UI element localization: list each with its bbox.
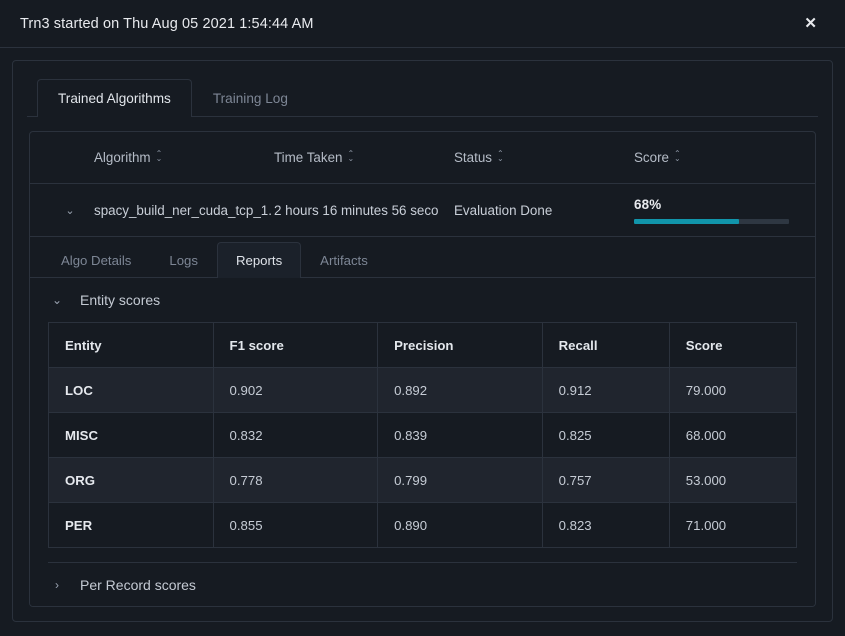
reports-section: ⌄ Entity scores Entity F1 score Precisio…	[30, 278, 815, 606]
modal-titlebar: Trn3 started on Thu Aug 05 2021 1:54:44 …	[0, 0, 845, 48]
cell-entity: ORG	[48, 457, 214, 503]
cell-precision: 0.892	[377, 367, 543, 413]
sort-updown-icon: ⌃ ⌄	[347, 149, 355, 163]
sort-time-taken[interactable]: Time Taken ⌃ ⌄	[274, 150, 354, 165]
accordion-per-record-scores[interactable]: › Per Record scores	[48, 562, 797, 606]
algorithm-detail-region: Algo Details Logs Reports Artifacts ⌄ En…	[30, 236, 815, 606]
tab-logs[interactable]: Logs	[150, 242, 217, 277]
table-row: LOC 0.902 0.892 0.912 79.000	[48, 367, 797, 413]
algorithm-row[interactable]: ⌄ spacy_build_ner_cuda_tcp_1. 2 hours 16…	[30, 184, 815, 236]
cell-f1: 0.832	[213, 412, 379, 458]
chevron-right-icon: ›	[55, 577, 59, 592]
detail-tabs: Algo Details Logs Reports Artifacts	[30, 237, 815, 278]
sort-score[interactable]: Score ⌃ ⌄	[634, 150, 681, 165]
col-recall: Recall	[542, 322, 670, 368]
tab-trained-algorithms[interactable]: Trained Algorithms	[37, 79, 192, 117]
cell-entity: LOC	[48, 367, 214, 413]
col-score: Score	[669, 322, 797, 368]
col-f1-score: F1 score	[213, 322, 379, 368]
close-icon[interactable]: ✕	[798, 12, 823, 35]
score-progress-group: 68%	[634, 197, 799, 224]
tab-artifacts[interactable]: Artifacts	[301, 242, 387, 277]
tab-training-log[interactable]: Training Log	[192, 79, 309, 116]
cell-entity: MISC	[48, 412, 214, 458]
entity-scores-tbody: LOC 0.902 0.892 0.912 79.000 MISC 0.832	[48, 367, 797, 548]
training-run-modal: Trn3 started on Thu Aug 05 2021 1:54:44 …	[0, 0, 845, 636]
header-score-label: Score	[634, 149, 669, 165]
header-status-label: Status	[454, 149, 492, 165]
accordion-entity-scores[interactable]: ⌄ Entity scores	[48, 278, 797, 322]
cell-score: 71.000	[669, 502, 797, 548]
tab-algo-details[interactable]: Algo Details	[42, 242, 150, 277]
row-expand-cell: ⌄	[46, 201, 94, 219]
entity-scores-table: Entity F1 score Precision Recall Score L…	[48, 322, 797, 548]
header-time-taken: Time Taken ⌃ ⌄	[274, 149, 454, 167]
cell-f1: 0.778	[213, 457, 379, 503]
score-progress-fill	[634, 218, 740, 224]
tab-reports[interactable]: Reports	[216, 242, 302, 278]
table-row: PER 0.855 0.890 0.823 71.000	[48, 502, 797, 548]
cell-precision: 0.890	[377, 502, 543, 548]
header-status: Status ⌃ ⌄	[454, 149, 634, 167]
header-time-taken-label: Time Taken	[274, 149, 343, 165]
score-percent-label: 68%	[634, 196, 662, 212]
accordion-entity-scores-title: Entity scores	[80, 292, 161, 308]
accordion-per-record-scores-title: Per Record scores	[80, 576, 196, 593]
cell-recall: 0.912	[542, 367, 670, 413]
modal-title: Trn3 started on Thu Aug 05 2021 1:54:44 …	[20, 15, 314, 32]
sort-updown-icon: ⌃ ⌄	[155, 149, 163, 163]
cell-score: 79.000	[669, 367, 797, 413]
cell-recall: 0.825	[542, 412, 670, 458]
header-algorithm: Algorithm ⌃ ⌄	[94, 149, 274, 167]
entity-scores-header-row: Entity F1 score Precision Recall Score	[48, 322, 797, 368]
cell-recall: 0.823	[542, 502, 670, 548]
chevron-down-icon: ⌄	[52, 293, 63, 307]
cell-precision: 0.799	[377, 457, 543, 503]
cell-f1: 0.902	[213, 367, 379, 413]
cell-status: Evaluation Done	[454, 202, 553, 218]
chevron-down-icon[interactable]: ⌄	[65, 204, 74, 217]
cell-score: 68.000	[669, 412, 797, 458]
entity-scores-thead: Entity F1 score Precision Recall Score	[48, 322, 797, 368]
col-precision: Precision	[377, 322, 543, 368]
table-row: ORG 0.778 0.799 0.757 53.000	[48, 457, 797, 503]
cell-f1: 0.855	[213, 502, 379, 548]
outer-panel: Trained Algorithms Training Log Algorith…	[12, 60, 833, 622]
cell-recall: 0.757	[542, 457, 670, 503]
algorithms-card: Algorithm ⌃ ⌄ Time Taken ⌃ ⌄ Status ⌃ ⌄ …	[29, 131, 816, 607]
main-tabs: Trained Algorithms Training Log	[27, 75, 818, 117]
cell-algorithm-name: spacy_build_ner_cuda_tcp_1.	[94, 202, 272, 218]
cell-precision: 0.839	[377, 412, 543, 458]
col-entity: Entity	[48, 322, 214, 368]
table-row: MISC 0.832 0.839 0.825 68.000	[48, 412, 797, 458]
header-score: Score ⌃ ⌄	[634, 149, 799, 167]
cell-time-taken: 2 hours 16 minutes 56 seco	[274, 202, 439, 218]
cell-entity: PER	[48, 502, 214, 548]
sort-algorithm[interactable]: Algorithm ⌃ ⌄	[94, 150, 162, 165]
cell-score: 68%	[634, 197, 799, 224]
cell-score: 53.000	[669, 457, 797, 503]
algorithms-table-header: Algorithm ⌃ ⌄ Time Taken ⌃ ⌄ Status ⌃ ⌄ …	[30, 132, 815, 184]
sort-updown-icon: ⌃ ⌄	[496, 149, 504, 163]
score-progress-track	[634, 218, 789, 224]
header-algorithm-label: Algorithm	[94, 149, 151, 165]
sort-updown-icon: ⌃ ⌄	[673, 149, 681, 163]
modal-body: Trained Algorithms Training Log Algorith…	[0, 48, 845, 636]
sort-status[interactable]: Status ⌃ ⌄	[454, 150, 504, 165]
